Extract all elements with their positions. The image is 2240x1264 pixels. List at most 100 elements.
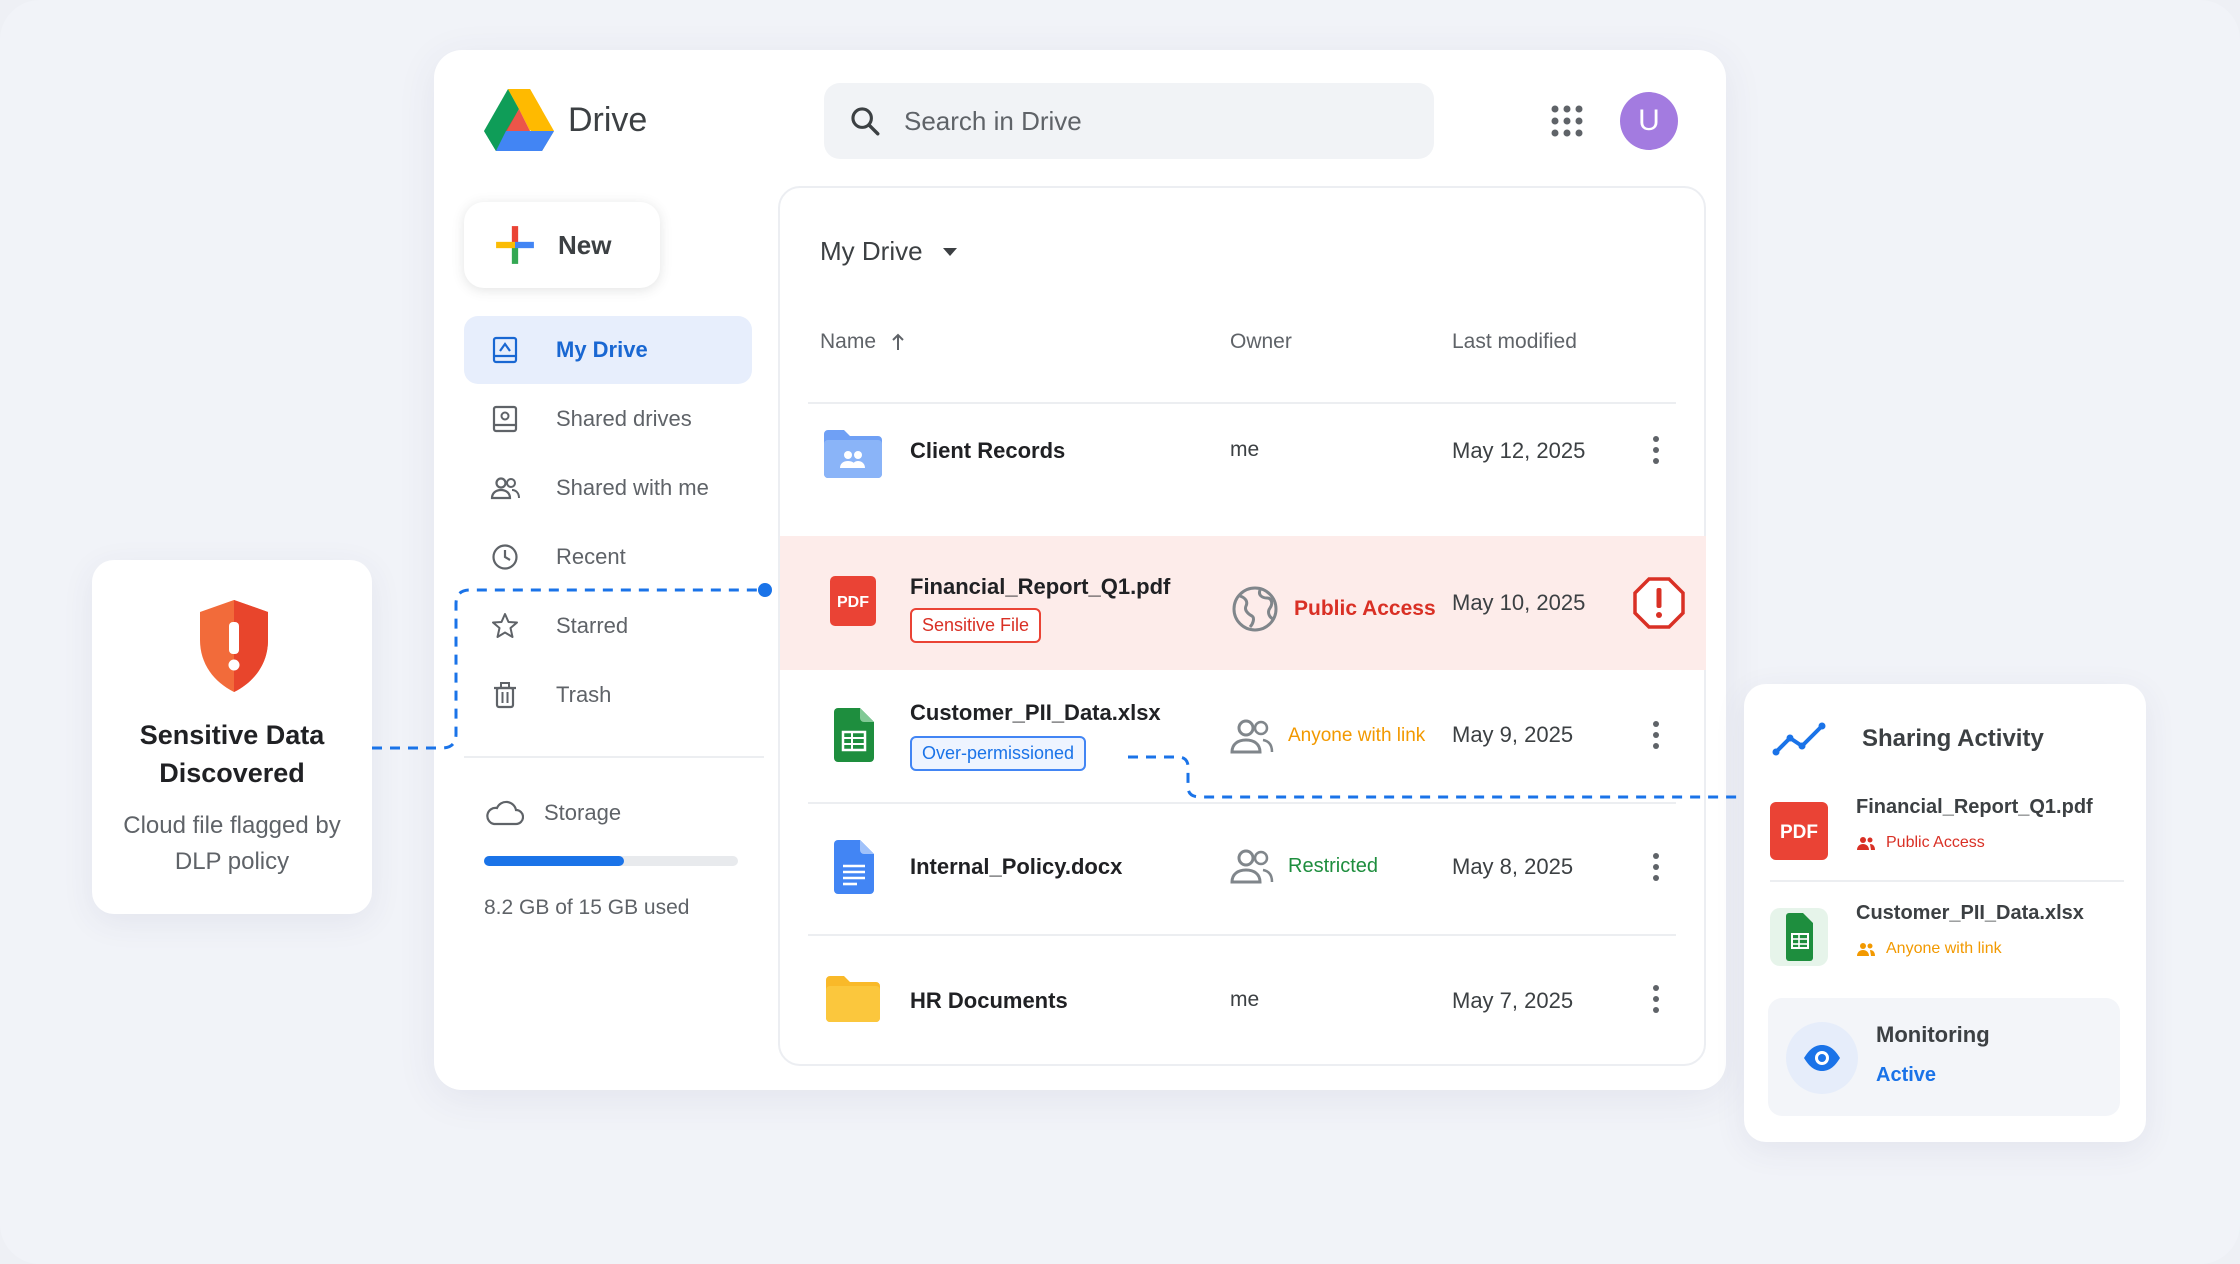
star-icon [492,613,518,638]
sensitive-file-tag: Sensitive File [910,608,1042,643]
sidebar-item-label: Shared with me [556,475,709,500]
table-row[interactable]: HR Documents me May 7, 2025 [780,936,1706,1064]
file-owner: me [1230,438,1260,461]
caret-down-icon [942,247,957,256]
globe-icon [1232,586,1278,632]
storage-used-text: 8.2 GB of 15 GB used [484,896,690,919]
file-owner-cell: Public Access [1230,584,1436,634]
sidebar-item-recent[interactable]: Recent [464,523,752,591]
table-row[interactable]: Customer_PII_Data.xlsx Over-permissioned… [780,672,1706,802]
file-name: Internal_Policy.docx [910,854,1123,879]
sidebar-item-label: Starred [556,613,629,638]
app-name: Drive [568,100,648,139]
shared-folder-icon [824,430,882,478]
arrow-up-icon [892,333,904,350]
alert-octagon-icon[interactable] [1632,576,1686,630]
monitoring-title: Monitoring [1876,1022,1990,1047]
shield-alert-icon [200,600,268,692]
sidebar-item-shared-drives[interactable]: Shared drives [464,385,752,453]
more-vert-icon[interactable] [1652,984,1660,1014]
new-button-label: New [558,229,612,260]
breadcrumb-label: My Drive [820,236,923,266]
search-bar[interactable] [824,83,1434,159]
table-row[interactable]: Internal_Policy.docx Restricted May 8, 2… [780,804,1706,932]
people-icon [1230,719,1274,754]
pdf-file-icon: PDF [830,576,876,626]
file-modified: May 8, 2025 [1452,854,1574,879]
plus-icon [496,226,534,264]
apps-grid-icon[interactable] [1549,103,1585,139]
column-header-owner[interactable]: Owner [1230,330,1292,354]
sensitive-data-alert-card[interactable]: Sensitive Data Discovered Cloud file fla… [92,560,372,914]
sidebar-item-label: Recent [556,544,626,569]
file-modified: May 9, 2025 [1452,722,1574,747]
monitoring-status[interactable]: Monitoring Active [1768,998,2120,1116]
file-list-panel: My Drive Name Owner Last modified Client… [778,186,1706,1066]
more-vert-icon[interactable] [1652,852,1660,882]
sidebar-item-label: Shared drives [556,406,692,431]
sidebar-item-my-drive[interactable]: My Drive [464,316,752,384]
column-header-modified[interactable]: Last modified [1452,330,1577,354]
clock-icon [492,544,518,570]
pdf-file-icon: PDF [1770,802,1828,860]
sidebar-item-label: My Drive [556,337,648,362]
storage-label: Storage [544,800,622,825]
activity-status-label: Anyone with link [1886,940,2002,957]
activity-status: Anyone with link [1856,940,2002,958]
storage-section[interactable]: Storage 8.2 GB of 15 GB used [484,798,738,920]
file-name: Customer_PII_Data.xlsx [910,700,1161,725]
column-header-name[interactable]: Name [820,330,906,354]
file-modified: May 7, 2025 [1452,988,1574,1013]
sidebar-item-starred[interactable]: Starred [464,592,752,660]
sidebar-item-shared-with-me[interactable]: Shared with me [464,454,752,522]
sidebar-item-trash[interactable]: Trash [464,661,752,729]
activity-header: Sharing Activity [1772,720,2044,758]
activity-file-name: Financial_Report_Q1.pdf [1856,796,2093,818]
new-button[interactable]: New [464,202,660,288]
file-name: Client Records [910,438,1066,463]
canvas: Drive U New [0,0,2240,1264]
drive-logo-icon [484,89,554,151]
avatar[interactable]: U [1620,92,1678,150]
table-row[interactable]: Client Records me May 12, 2025 [780,404,1706,496]
activity-item[interactable]: PDF Financial_Report_Q1.pdf Public Acces… [1770,796,2124,876]
activity-status: Public Access [1856,834,1985,852]
trash-icon [494,682,516,709]
activity-title: Sharing Activity [1862,725,2044,752]
table-header: Name Owner Last modified [820,330,1670,366]
file-owner: Restricted [1288,854,1379,877]
sidebar-divider [464,756,764,758]
over-permissioned-tag: Over-permissioned [910,736,1087,771]
cloud-icon [486,800,524,826]
file-owner-cell: Anyone with link [1230,718,1425,754]
activity-status-label: Public Access [1886,834,1985,851]
shared-drives-icon [492,405,518,433]
column-label: Last modified [1452,330,1577,353]
activity-divider [1770,880,2124,882]
more-vert-icon[interactable] [1652,435,1660,465]
sidebar-item-label: Trash [556,682,612,707]
column-label: Owner [1230,330,1292,353]
activity-item[interactable]: Customer_PII_Data.xlsx Anyone with link [1770,902,2124,982]
breadcrumb[interactable]: My Drive [820,236,959,267]
table-row-flagged[interactable]: PDF Financial_Report_Q1.pdf Sensitive Fi… [780,536,1706,670]
search-input[interactable] [904,105,1404,137]
alert-title: Sensitive Data Discovered [139,720,325,788]
monitoring-state: Active [1876,1064,1937,1086]
more-vert-icon[interactable] [1652,720,1660,750]
my-drive-icon [492,336,518,364]
file-owner: me [1230,988,1260,1011]
eye-icon [1804,1045,1840,1071]
file-owner: Public Access [1294,597,1436,620]
folder-icon [826,976,880,1022]
file-name: HR Documents [910,988,1068,1013]
alert-subtitle: Cloud file flagged by DLP policy [123,812,341,875]
file-owner-cell: Restricted [1230,848,1378,884]
pdf-badge-text: PDF [1780,822,1818,843]
column-label: Name [820,330,877,353]
docs-file-icon [834,840,874,894]
people-icon [1857,837,1875,850]
drive-logo[interactable]: Drive [484,88,647,152]
file-name: Financial_Report_Q1.pdf [910,574,1171,599]
people-icon [1857,943,1875,956]
